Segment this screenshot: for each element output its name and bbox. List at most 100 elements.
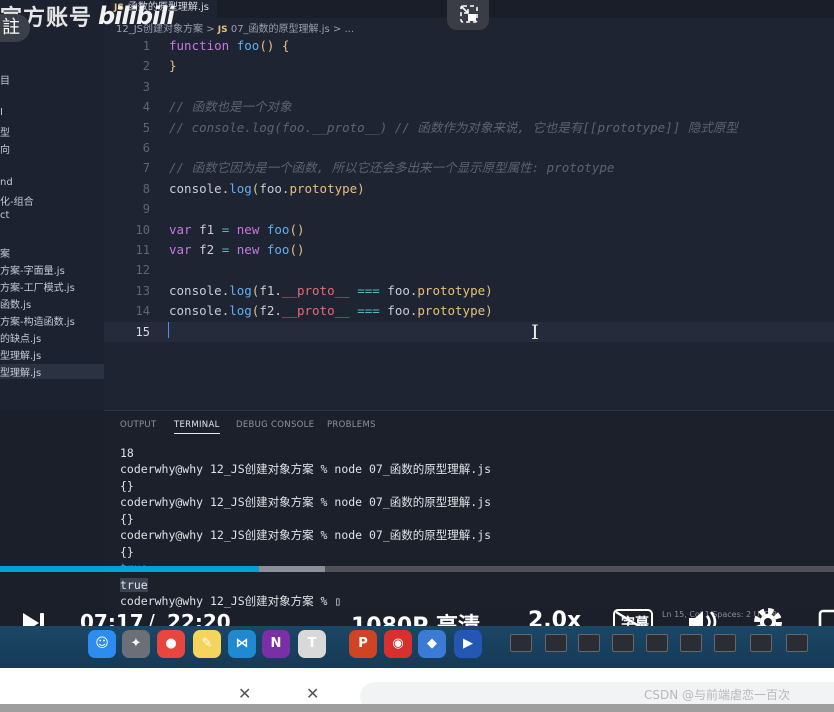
sidebar-item[interactable]: 案 — [0, 245, 10, 260]
line-number: 15 — [135, 324, 150, 339]
code-text[interactable]: // console.log(foo.__proto__) // 函数作为对象来… — [169, 118, 738, 138]
dock-minimized-window[interactable] — [786, 634, 808, 652]
sidebar-item[interactable]: 方案-字面量.js — [0, 262, 65, 277]
progress-played — [0, 566, 259, 572]
code-line[interactable]: 11 var f2 = new foo() — [104, 240, 834, 260]
code-text[interactable]: console.log(foo.prototype) — [169, 179, 365, 199]
code-line[interactable]: 12 — [104, 260, 834, 280]
dock-app-vscode-icon[interactable]: ⋈ — [228, 630, 256, 658]
dock-minimized-window[interactable] — [545, 634, 567, 652]
sidebar-item[interactable]: 目 — [0, 72, 10, 87]
code-line[interactable]: 4 // 函数也是一个对象 — [104, 97, 834, 117]
line-number: 6 — [142, 141, 150, 155]
tab-output[interactable]: OUTPUT — [120, 420, 156, 430]
dock-minimized-window[interactable] — [578, 634, 600, 652]
sidebar-item[interactable]: ct — [0, 210, 9, 221]
code-line[interactable]: 1 function foo() { — [104, 36, 834, 56]
bottom-panel: OUTPUT TERMINAL DEBUG CONSOLE PROBLEMS 1… — [104, 410, 834, 610]
file-explorer-sidebar: 目 I 型 向 nd 化-组合 ct 案 方案-字面量.js 方案-工厂模式.j… — [0, 0, 104, 410]
ibeam-cursor-icon: I — [531, 320, 539, 344]
code-line[interactable]: 15 — [104, 321, 834, 342]
terminal-line: coderwhy@why 12_JS创建对象方案 % node 07_函数的原型… — [120, 462, 492, 476]
dock-app-launchpad-icon[interactable]: ✦ — [122, 630, 150, 658]
code-line[interactable]: 5 // console.log(foo.__proto__) // 函数作为对象… — [104, 118, 834, 138]
code-text[interactable]: } — [169, 56, 177, 76]
picture-in-picture-button[interactable] — [447, 0, 489, 30]
code-line[interactable]: 2} — [104, 56, 834, 76]
code-line[interactable]: 6 — [104, 138, 834, 158]
breadcrumb-tail[interactable]: > ... — [333, 24, 354, 35]
code-text[interactable]: function foo() { — [169, 36, 289, 56]
terminal-line: {} — [120, 545, 134, 559]
sidebar-item[interactable]: 方案-构造函数.js — [0, 313, 75, 328]
terminal-line: {} — [120, 512, 134, 526]
watermark-badge: 註 — [0, 14, 30, 42]
terminal-line: coderwhy@why 12_JS创建对象方案 % node 07_函数的原型… — [120, 528, 492, 542]
tab-debug-console[interactable]: DEBUG CONSOLE — [236, 420, 314, 430]
code-line[interactable]: 14 console.log(f2.__proto__ === foo.proto… — [104, 301, 834, 321]
dock-minimized-window[interactable] — [510, 634, 532, 652]
line-number: 11 — [135, 243, 150, 257]
code-text[interactable]: // 函数它因为是一个函数, 所以它还会多出来一个显示原型属性: prototy… — [169, 158, 614, 178]
sidebar-item[interactable]: 向 — [0, 141, 10, 156]
code-line[interactable]: 8 console.log(foo.prototype) — [104, 179, 834, 199]
dock-app-finder-icon[interactable]: ☺ — [88, 630, 116, 658]
text-cursor — [168, 322, 169, 338]
sidebar-item-active[interactable]: 型理解.js — [0, 364, 104, 379]
dock-minimized-window[interactable] — [612, 634, 634, 652]
code-editor[interactable]: JS 函数的原型理解.js 12_JS创建对象方案 > JS 07_函数的原型理解… — [104, 0, 834, 410]
dock-app-app-blue-icon[interactable]: ◆ — [418, 630, 446, 658]
dock-app-onenote-icon[interactable]: N — [262, 630, 290, 658]
dock-minimized-window[interactable] — [714, 634, 736, 652]
code-text[interactable]: console.log(f1.__proto__ === foo.prototy… — [169, 281, 493, 301]
line-number: 14 — [135, 304, 150, 319]
sidebar-item[interactable]: 函数.js — [0, 296, 31, 311]
breadcrumb-separator: > — [206, 24, 215, 35]
dock-app-chrome-icon[interactable]: ● — [157, 630, 185, 658]
sidebar-item[interactable]: 的缺点.js — [0, 330, 41, 345]
code-text[interactable]: // 函数也是一个对象 — [169, 97, 292, 117]
breadcrumb-file[interactable]: 07_函数的原型理解.js — [231, 24, 330, 35]
line-number: 1 — [142, 39, 150, 53]
dock-app-typora-icon[interactable]: T — [298, 630, 326, 658]
dock-minimized-window[interactable] — [750, 634, 772, 652]
close-icon[interactable]: ✕ — [306, 684, 319, 703]
line-number: 13 — [135, 283, 150, 298]
code-line[interactable]: 3 — [104, 77, 834, 97]
terminal-line-text: true — [120, 578, 148, 592]
line-number: 5 — [142, 120, 150, 135]
macos-dock: ☺ ✦ ● ✎ ⋈ N T P ◉ ◆ ▶ — [0, 626, 834, 668]
terminal-line: coderwhy@why 12_JS创建对象方案 % node 07_函数的原型… — [120, 495, 492, 509]
terminal-line-highlighted: true — [120, 577, 148, 593]
code-text[interactable]: console.log(f2.__proto__ === foo.prototy… — [169, 301, 493, 321]
dock-app-app-video-icon[interactable]: ▶ — [454, 630, 482, 658]
sidebar-item[interactable]: 型理解.js — [0, 347, 41, 362]
dock-minimized-window[interactable] — [646, 634, 668, 652]
line-number: 2 — [142, 59, 150, 74]
close-icon[interactable]: ✕ — [238, 684, 251, 703]
line-number: 8 — [142, 181, 150, 196]
code-line[interactable]: 10 var f1 = new foo() — [104, 220, 834, 240]
sidebar-item[interactable]: nd — [0, 177, 13, 188]
code-line[interactable]: 9 — [104, 199, 834, 219]
dock-app-notes-icon[interactable]: ✎ — [193, 630, 221, 658]
dock-app-powerpoint-icon[interactable]: P — [349, 630, 377, 658]
code-text[interactable]: var f2 = new foo() — [169, 240, 305, 260]
dock-minimized-window[interactable] — [680, 634, 702, 652]
tab-terminal[interactable]: TERMINAL — [174, 420, 220, 434]
line-number: 7 — [142, 161, 150, 176]
bilibili-logo: bilibili — [98, 2, 175, 30]
sidebar-item[interactable]: I — [0, 107, 3, 118]
sidebar-item[interactable]: 方案-工厂模式.js — [0, 279, 75, 294]
code-line[interactable]: 7 // 函数它因为是一个函数, 所以它还会多出来一个显示原型属性: protot… — [104, 158, 834, 178]
line-number: 10 — [135, 222, 150, 237]
terminal-line: 18 — [120, 446, 134, 460]
code-text[interactable]: var f1 = new foo() — [169, 220, 305, 240]
tab-problems[interactable]: PROBLEMS — [327, 420, 376, 430]
line-number: 4 — [142, 100, 150, 115]
sidebar-item[interactable]: 型 — [0, 124, 10, 139]
line-number: 9 — [142, 202, 150, 217]
sidebar-item[interactable]: 化-组合 — [0, 193, 34, 208]
dock-app-netease-icon[interactable]: ◉ — [384, 630, 412, 658]
code-line[interactable]: 13 console.log(f1.__proto__ === foo.proto… — [104, 281, 834, 301]
